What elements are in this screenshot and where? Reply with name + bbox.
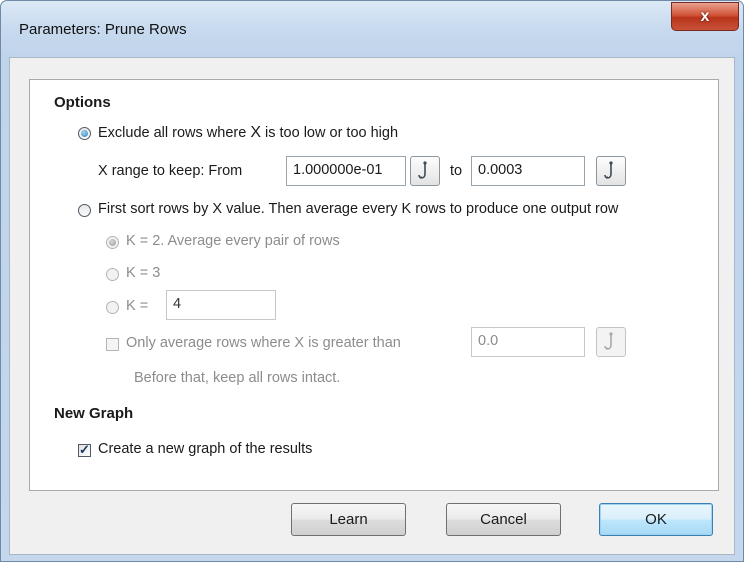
only-average-checkbox[interactable] [106, 338, 119, 351]
keep-intact-note: Before that, keep all rows intact. [134, 370, 341, 386]
options-panel: Options Exclude all rows where X is too … [29, 79, 719, 491]
kcustom-radio[interactable] [106, 301, 119, 314]
ok-button[interactable]: OK [599, 503, 713, 536]
to-label: to [450, 163, 463, 179]
window-title: Parameters: Prune Rows [19, 21, 187, 38]
k2-label[interactable]: K = 2. Average every pair of rows [126, 233, 340, 249]
learn-button[interactable]: Learn [291, 503, 406, 536]
new-graph-heading: New Graph [54, 405, 134, 422]
dropper-hook-icon [604, 161, 613, 179]
kcustom-label[interactable]: K = [126, 298, 148, 314]
to-input[interactable]: 0.0003 [471, 156, 585, 186]
greater-than-input[interactable]: 0.0 [471, 327, 585, 357]
exclude-radio[interactable] [78, 127, 91, 140]
cancel-button[interactable]: Cancel [446, 503, 561, 536]
checkmark-icon: ✓ [79, 442, 90, 457]
dialog-window: Parameters: Prune Rows x Options Exclude… [0, 0, 744, 562]
sort-radio[interactable] [78, 204, 91, 217]
from-input[interactable]: 1.000000e-01 [286, 156, 406, 186]
sort-label[interactable]: First sort rows by X value. Then average… [98, 201, 618, 217]
exclude-label[interactable]: Exclude all rows where X is too low or t… [98, 124, 398, 142]
options-heading: Options [54, 94, 111, 111]
greater-than-picker-button[interactable] [596, 327, 626, 357]
close-icon: x [700, 7, 710, 25]
close-button[interactable]: x [671, 2, 739, 31]
only-average-label[interactable]: Only average rows where X is greater tha… [126, 335, 401, 351]
create-graph-label[interactable]: Create a new graph of the results [98, 441, 312, 457]
create-graph-checkbox[interactable]: ✓ [78, 442, 91, 457]
dropper-hook-icon [604, 332, 613, 350]
k3-radio[interactable] [106, 268, 119, 281]
k3-label[interactable]: K = 3 [126, 265, 160, 281]
from-picker-button[interactable] [410, 156, 440, 186]
x-range-label: X range to keep: From [98, 163, 243, 179]
title-bar[interactable]: Parameters: Prune Rows x [1, 1, 743, 59]
dropper-hook-icon [418, 161, 427, 179]
to-picker-button[interactable] [596, 156, 626, 186]
k2-radio[interactable] [106, 236, 119, 249]
k-value-input[interactable]: 4 [166, 290, 276, 320]
